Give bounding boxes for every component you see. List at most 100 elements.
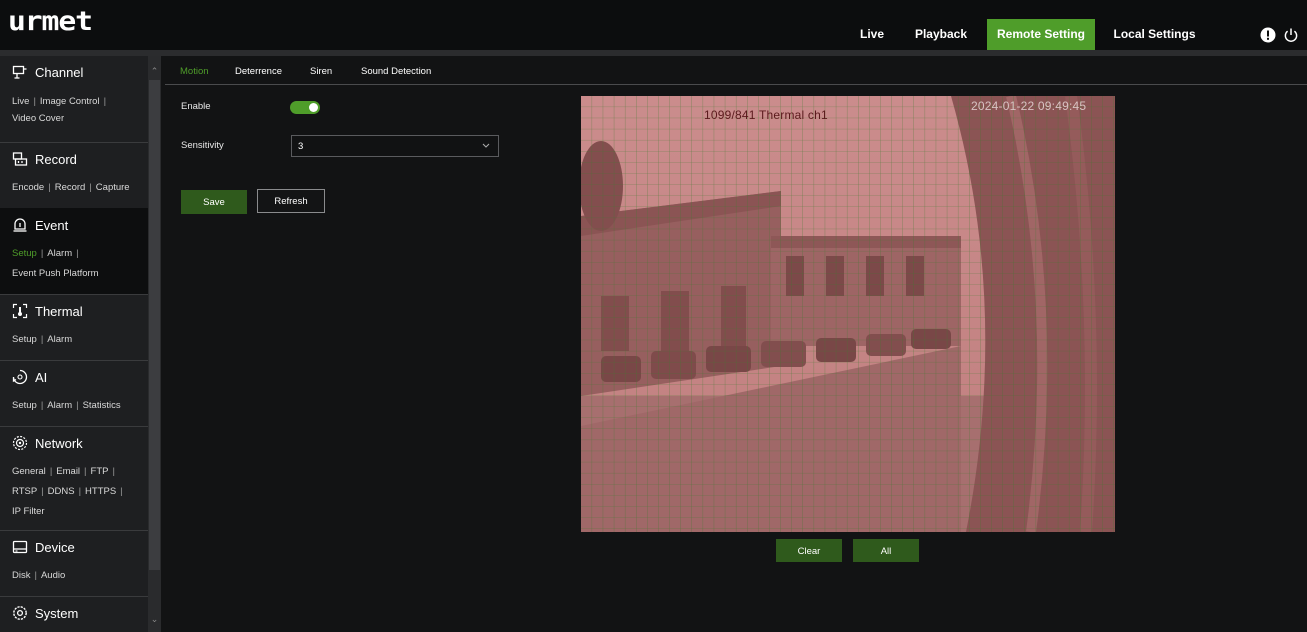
select-all-button[interactable]: All: [853, 539, 919, 562]
sidebar-section-record: Record Encode | Record | Capture: [0, 142, 148, 209]
sensitivity-label: Sensitivity: [181, 140, 224, 151]
sub-link-setup[interactable]: Setup: [12, 248, 37, 259]
sub-link-alarm[interactable]: Alarm: [47, 248, 72, 259]
sub-link-email[interactable]: Email: [56, 466, 80, 477]
separator: |: [103, 96, 107, 107]
sub-link-encode[interactable]: Encode: [12, 182, 44, 193]
separator: |: [34, 570, 37, 581]
sidebar-item-label: Thermal: [35, 303, 83, 319]
sidebar-section-event: Event Setup | Alarm | Event Push Platform: [0, 208, 148, 295]
sidebar-item-label: Device: [35, 539, 75, 555]
sidebar-item-ai[interactable]: AI: [12, 367, 47, 387]
sub-link-setup[interactable]: Setup: [12, 400, 37, 411]
sub-link-general[interactable]: General: [12, 466, 46, 477]
sub-link-ip-filter[interactable]: IP Filter: [12, 506, 45, 517]
sub-link-statistics[interactable]: Statistics: [83, 400, 121, 411]
separator: |: [33, 96, 36, 107]
sub-link-https[interactable]: HTTPS: [85, 486, 116, 497]
separator: |: [48, 182, 51, 193]
separator: |: [40, 248, 44, 259]
sub-link-ddns[interactable]: DDNS: [48, 486, 75, 497]
nav-playback[interactable]: Playback: [910, 19, 972, 50]
sidebar-section-channel: Channel Live | Image Control | Video Cover: [0, 56, 148, 143]
sidebar-item-label: Record: [35, 151, 77, 167]
thermal-icon: [12, 303, 28, 319]
tab-siren[interactable]: Siren: [310, 66, 332, 77]
sidebar-item-system[interactable]: System: [12, 603, 78, 623]
separator: |: [89, 182, 92, 193]
sub-link-video-cover[interactable]: Video Cover: [12, 113, 64, 124]
tab-sound-detection[interactable]: Sound Detection: [361, 66, 431, 77]
camera-image: [581, 96, 1115, 532]
tab-deterrence[interactable]: Deterrence: [235, 66, 282, 77]
scroll-down-icon[interactable]: ⌄: [148, 612, 161, 626]
sub-link-image-control[interactable]: Image Control: [40, 96, 100, 107]
tab-motion[interactable]: Motion: [180, 66, 209, 77]
enable-label: Enable: [181, 101, 211, 112]
sidebar-item-label: AI: [35, 369, 48, 385]
ai-icon: [12, 369, 28, 385]
sub-link-alarm[interactable]: Alarm: [47, 334, 72, 345]
sensitivity-select[interactable]: 3: [291, 135, 499, 157]
top-bar-divider: [0, 50, 1307, 56]
osd-channel-label: 1099/841 Thermal ch1: [704, 108, 828, 122]
sidebar-section-thermal: Thermal Setup | Alarm: [0, 294, 148, 361]
osd-timestamp: 2024-01-22 09:49:45: [971, 99, 1087, 113]
sub-link-live[interactable]: Live: [12, 96, 29, 107]
clear-button[interactable]: Clear: [776, 539, 842, 562]
separator: |: [40, 400, 44, 411]
event-icon: [13, 218, 27, 232]
sidebar-scroll-thumb[interactable]: [149, 80, 160, 570]
nav-remote-setting[interactable]: Remote Setting: [987, 19, 1095, 50]
record-icon: [12, 152, 28, 166]
urmet-logo: urmet: [8, 6, 93, 37]
sub-link-record[interactable]: Record: [55, 182, 86, 193]
power-icon[interactable]: [1283, 27, 1299, 43]
separator: |: [112, 466, 115, 477]
sub-link-audio[interactable]: Audio: [41, 570, 65, 581]
sidebar-item-event[interactable]: Event: [12, 215, 68, 235]
network-icon: [12, 435, 28, 451]
sub-link-rtsp[interactable]: RTSP: [12, 486, 37, 497]
sub-link-alarm[interactable]: Alarm: [47, 400, 72, 411]
separator: |: [78, 486, 82, 497]
refresh-button[interactable]: Refresh: [257, 189, 325, 213]
sidebar-section-system: System: [0, 596, 148, 632]
sidebar-section-network: Network General | Email | FTP | RTSP | DDNS | HTT…: [0, 426, 148, 531]
device-icon: [12, 540, 28, 554]
sidebar-item-device[interactable]: Device: [12, 537, 75, 557]
alert-icon[interactable]: [1260, 27, 1276, 43]
save-button[interactable]: Save: [181, 190, 247, 214]
sidebar-item-label: Channel: [35, 64, 84, 80]
sidebar-item-label: Network: [35, 435, 83, 451]
sidebar-item-label: Event: [35, 217, 69, 233]
enable-toggle[interactable]: [290, 101, 320, 114]
tabs-divider: [165, 84, 1307, 85]
sensitivity-value: 3: [298, 141, 304, 152]
channel-icon: [12, 65, 27, 79]
separator: |: [120, 486, 123, 497]
sub-link-ftp[interactable]: FTP: [91, 466, 109, 477]
system-icon: [13, 606, 27, 620]
separator: |: [76, 400, 79, 411]
separator: |: [76, 248, 79, 259]
sub-link-capture[interactable]: Capture: [96, 182, 130, 193]
scroll-up-icon[interactable]: ⌃: [148, 64, 161, 78]
nav-live[interactable]: Live: [853, 19, 891, 50]
sidebar-item-thermal[interactable]: Thermal: [12, 301, 83, 321]
sidebar-item-network[interactable]: Network: [12, 433, 83, 453]
separator: |: [84, 466, 87, 477]
sidebar-item-label: System: [35, 605, 79, 621]
separator: |: [49, 466, 53, 477]
chevron-down-icon: [482, 143, 490, 148]
sub-link-setup[interactable]: Setup: [12, 334, 37, 345]
motion-area-preview[interactable]: 1099/841 Thermal ch1 2024-01-22 09:49:45: [581, 96, 1115, 532]
nav-local-settings[interactable]: Local Settings: [1107, 19, 1202, 50]
sidebar-item-record[interactable]: Record: [12, 149, 77, 169]
sidebar-item-channel[interactable]: Channel: [12, 62, 83, 82]
separator: |: [40, 334, 44, 345]
sidebar-section-device: Device Disk | Audio: [0, 530, 148, 597]
sidebar-section-ai: AI Setup | Alarm | Statistics: [0, 360, 148, 427]
sub-link-event-push-platform[interactable]: Event Push Platform: [12, 268, 99, 279]
sub-link-disk[interactable]: Disk: [12, 570, 30, 581]
